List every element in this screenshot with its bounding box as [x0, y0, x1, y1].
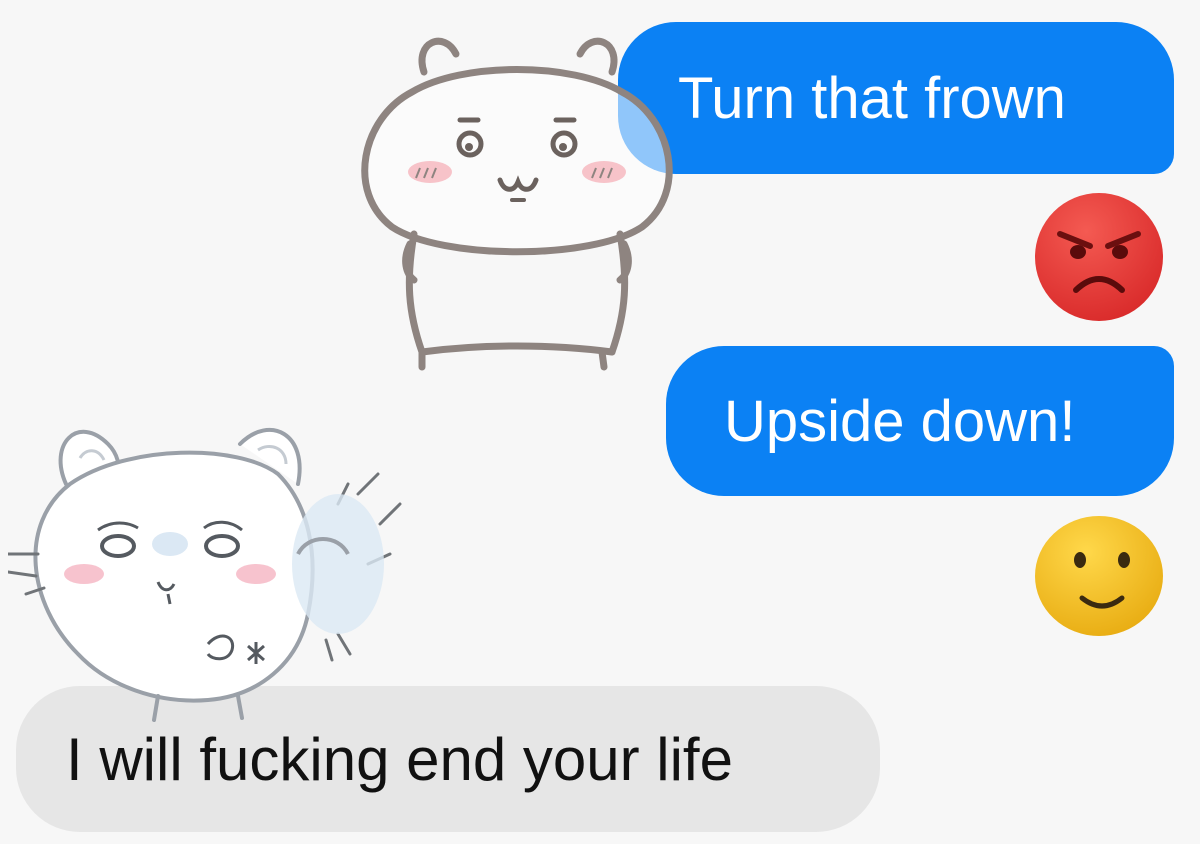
angry-face-emoji-icon[interactable]: [1032, 190, 1166, 324]
message-text: Turn that frown: [678, 65, 1066, 131]
hamster-sticker-icon: [8, 427, 402, 722]
message-text: I will fucking end your life: [66, 725, 733, 793]
outgoing-message-bubble[interactable]: Upside down!: [666, 346, 1174, 496]
incoming-message-bubble[interactable]: I will fucking end your life: [16, 686, 880, 832]
outgoing-message-bubble[interactable]: Turn that frown: [618, 22, 1174, 174]
smiling-face-emoji-icon[interactable]: [1032, 514, 1166, 638]
message-text: Upside down!: [724, 388, 1076, 454]
